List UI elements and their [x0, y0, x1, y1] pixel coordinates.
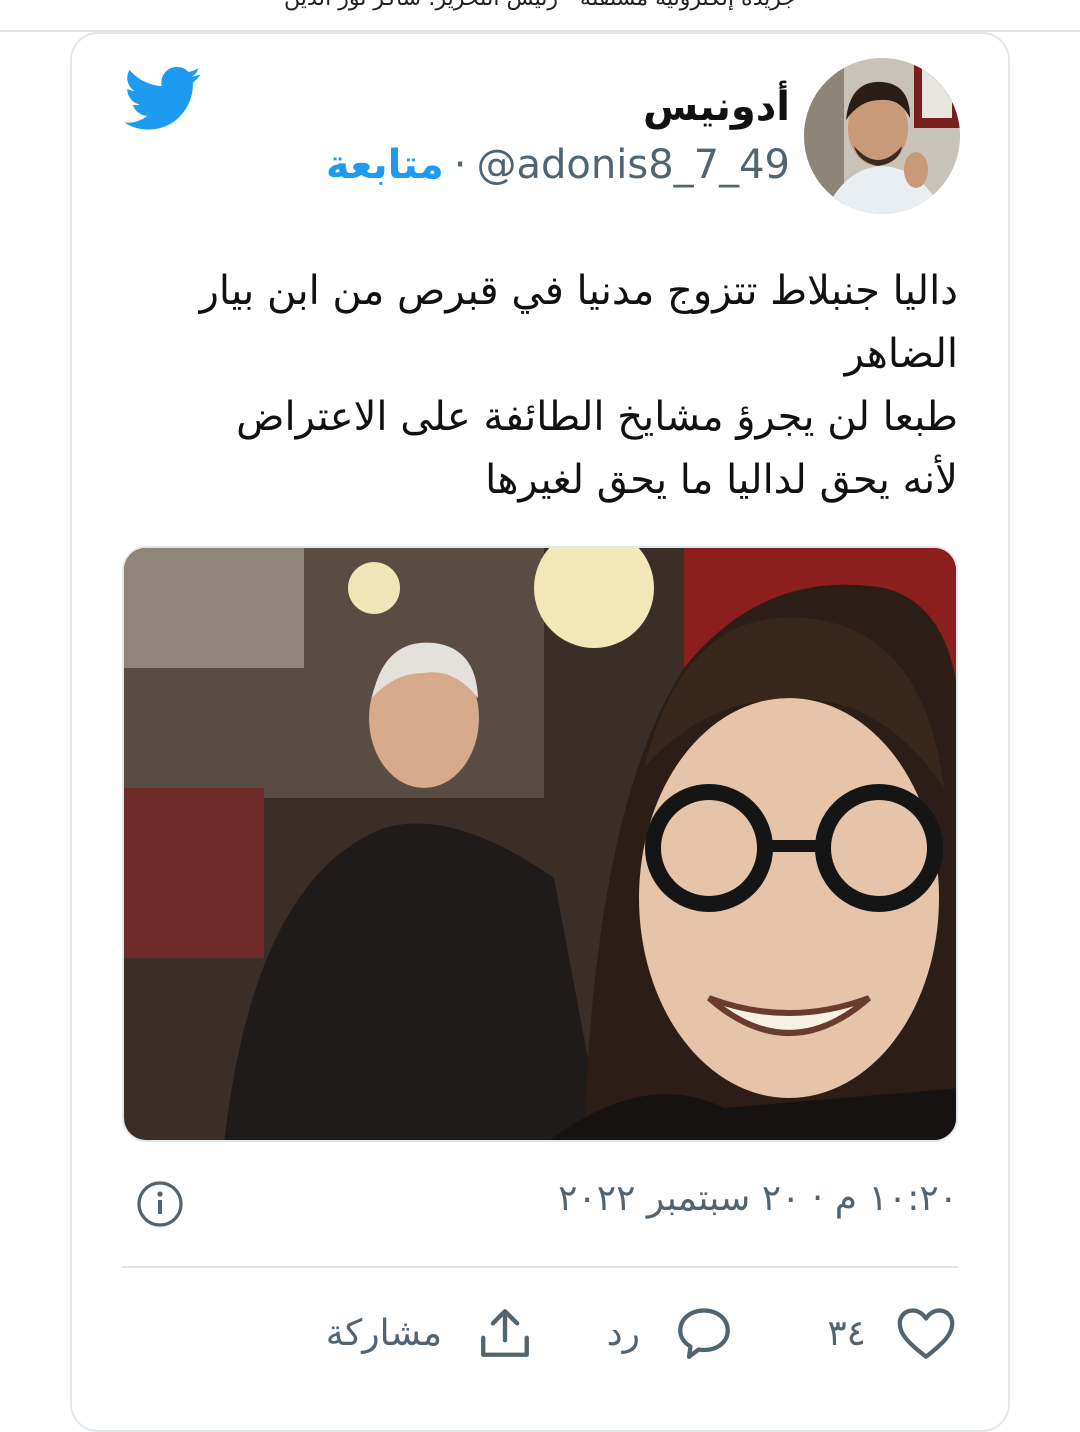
- tweet-text: داليا جنبلاط تتزوج مدنيا في قبرص من ابن …: [138, 260, 958, 512]
- divider: [122, 1266, 958, 1268]
- top-banner: جريدة إلكترونية مستقلة - رئيس التحرير: ش…: [0, 0, 1080, 32]
- banner-text: جريدة إلكترونية مستقلة - رئيس التحرير: ش…: [0, 0, 1080, 11]
- share-button[interactable]: مشاركة: [312, 1298, 534, 1368]
- twitter-bird-icon[interactable]: [124, 66, 202, 132]
- reply-label: رد: [606, 1312, 640, 1354]
- like-count: ٣٤: [827, 1312, 866, 1354]
- user-handle[interactable]: @adonis8_7_49: [477, 142, 790, 188]
- info-icon[interactable]: [136, 1180, 184, 1228]
- tweet-line: لأنه يحق لداليا ما يحق لغيرها: [485, 457, 958, 503]
- tweet-timestamp[interactable]: ١٠:٢٠ م · ٢٠ سبتمبر ٢٠٢٢: [558, 1178, 958, 1219]
- avatar[interactable]: [804, 58, 960, 214]
- avatar-photo: [804, 58, 960, 214]
- speech-bubble-icon: [678, 1308, 730, 1359]
- tweet-line: داليا جنبلاط تتزوج مدنيا في قبرص من ابن …: [199, 268, 958, 314]
- tweet-line: الضاهر: [844, 331, 958, 377]
- handle-row: @adonis8_7_49·متابعة: [326, 142, 790, 188]
- like-button[interactable]: ٣٤: [806, 1298, 956, 1368]
- follow-button[interactable]: متابعة: [326, 142, 444, 188]
- share-upload-icon: [481, 1309, 529, 1357]
- heart-icon: [897, 1308, 955, 1359]
- separator-dot: ·: [453, 142, 467, 188]
- share-label: مشاركة: [325, 1312, 442, 1354]
- photo-illustration: [124, 548, 956, 1140]
- tweet-photo[interactable]: [122, 546, 958, 1142]
- tweet-line: طبعا لن يجرؤ مشايخ الطائفة على الاعتراض: [236, 394, 958, 440]
- display-name[interactable]: أدونيس: [643, 84, 790, 130]
- reply-button[interactable]: رد: [598, 1298, 734, 1368]
